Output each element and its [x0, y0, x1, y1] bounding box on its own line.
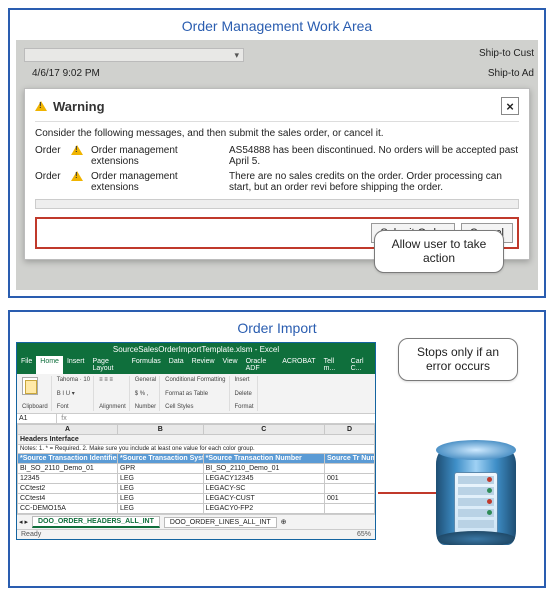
dialog-title: Warning: [53, 99, 105, 114]
order-date: 4/6/17 9:02 PM: [32, 68, 100, 79]
section-row: Headers Interface: [18, 435, 375, 445]
sheet-nav-icon[interactable]: ◂ ▸: [19, 518, 28, 526]
work-area-row2: 4/6/17 9:02 PM Ship-to Ad: [16, 68, 538, 84]
ship-to-cust-label: Ship-to Cust: [479, 48, 534, 59]
ribbon-tab[interactable]: Formulas: [128, 356, 165, 374]
status-ready: Ready: [21, 531, 41, 538]
font-size[interactable]: 10: [83, 377, 90, 383]
msg-col-source: Order management extensions: [91, 145, 223, 167]
panel-order-import: Order Import SourceSalesOrderImportTempl…: [8, 310, 546, 588]
note-row: Notes: 1. * = Required. 2. Make sure you…: [18, 445, 375, 454]
worksheet[interactable]: ABCD Headers Interface Notes: 1. * = Req…: [17, 424, 375, 514]
warning-icon: [71, 145, 85, 158]
ribbon-item[interactable]: Conditional Formatting: [165, 377, 225, 383]
close-button[interactable]: ×: [501, 97, 519, 115]
ribbon-tab[interactable]: View: [219, 356, 242, 374]
table-header-row: *Source Transaction Identifier *Source T…: [18, 454, 375, 464]
table-row: 12345LEGLEGACY12345001: [18, 474, 375, 484]
dialog-intro: Consider the following messages, and the…: [35, 128, 519, 139]
ribbon-item[interactable]: Cell Styles: [165, 404, 225, 410]
ribbon-group-label: Font: [57, 404, 90, 410]
msg-text: There are no sales credits on the order.…: [229, 171, 519, 193]
ribbon-group-label: Alignment: [99, 404, 126, 410]
horizontal-scrollbar[interactable]: [35, 199, 519, 209]
message-row: Order Order management extensions There …: [35, 171, 519, 193]
database-window-icon: [454, 472, 498, 534]
ribbon-group-number: General $ % , Number: [132, 376, 160, 411]
zoom-level[interactable]: 65%: [357, 531, 371, 538]
warning-icon: [35, 101, 47, 111]
ribbon-group-cells: Insert Delete Format: [232, 376, 258, 411]
ribbon-tab[interactable]: Home: [36, 356, 63, 374]
excel-titlebar: SourceSalesOrderImportTemplate.xlsm - Ex…: [17, 343, 375, 356]
ribbon-tab[interactable]: Page Layout: [88, 356, 127, 374]
ribbon-item[interactable]: Format as Table: [165, 391, 225, 397]
font-name[interactable]: Tahoma: [57, 377, 78, 383]
ribbon-tab[interactable]: Carl C...: [347, 356, 375, 374]
ribbon-tab[interactable]: Oracle ADF: [242, 356, 279, 374]
excel-ribbon: Clipboard Tahoma · 10 B I U ▾ Font ≡ ≡ ≡…: [17, 374, 375, 414]
sheet-tab-bar: ◂ ▸ DOO_ORDER_HEADERS_ALL_INT DOO_ORDER_…: [17, 514, 375, 529]
sheet-tab[interactable]: DOO_ORDER_LINES_ALL_INT: [164, 517, 277, 528]
ribbon-tab[interactable]: Review: [188, 356, 219, 374]
paste-icon[interactable]: [22, 377, 38, 395]
dropdown-stub[interactable]: ▾: [24, 48, 244, 62]
excel-window: SourceSalesOrderImportTemplate.xlsm - Ex…: [16, 342, 376, 540]
table-row: CC-DEMO15ALEGLEGACY0-FP2: [18, 504, 375, 514]
work-area-toolbar: ▾ Ship-to Cust: [16, 48, 538, 62]
number-format[interactable]: General: [135, 377, 156, 383]
chevron-down-icon: ▾: [234, 50, 239, 61]
table-row: BI_SO_2110_Demo_01GPRBI_SO_2110_Demo_01: [18, 464, 375, 474]
excel-window-title: SourceSalesOrderImportTemplate.xlsm - Ex…: [113, 345, 279, 354]
sheet-tab[interactable]: DOO_ORDER_HEADERS_ALL_INT: [32, 516, 160, 528]
callout-allow-user: Allow user to take action: [374, 230, 504, 273]
msg-text: AS54888 has been discontinued. No orders…: [229, 145, 519, 167]
ribbon-tab[interactable]: Insert: [63, 356, 89, 374]
close-icon: ×: [506, 99, 514, 114]
database-icon: [436, 440, 516, 545]
message-row: Order Order management extensions AS5488…: [35, 145, 519, 167]
table-row: CCtest4LEGLEGACY-CUST001: [18, 494, 375, 504]
table-row: CCtest2LEGLEGACY-SC: [18, 484, 375, 494]
panel-title: Order Management Work Area: [16, 16, 538, 40]
fx-icon[interactable]: fx: [57, 414, 71, 423]
status-bar: Ready 65%: [17, 529, 375, 539]
ribbon-item[interactable]: Insert: [235, 377, 254, 383]
name-box[interactable]: A1: [17, 414, 57, 423]
ribbon-tab[interactable]: File: [17, 356, 36, 374]
ribbon-group-font: Tahoma · 10 B I U ▾ Font: [54, 376, 94, 411]
warning-icon: [71, 171, 85, 184]
ribbon-group-styles: Conditional Formatting Format as Table C…: [162, 376, 229, 411]
formula-input[interactable]: [71, 414, 375, 423]
callout-stops-on-error: Stops only if an error occurs: [398, 338, 518, 381]
formula-bar: A1 fx: [17, 414, 375, 424]
dialog-titlebar: Warning ×: [35, 97, 519, 122]
ribbon-tab[interactable]: Data: [165, 356, 188, 374]
msg-col-order: Order: [35, 171, 65, 182]
excel-ribbon-tabs: File Home Insert Page Layout Formulas Da…: [17, 356, 375, 374]
ribbon-group-label: Number: [135, 404, 156, 410]
sheet-add-icon[interactable]: ⊕: [281, 518, 287, 526]
panel-work-area: Order Management Work Area ▾ Ship-to Cus…: [8, 8, 546, 298]
ribbon-group-alignment: ≡ ≡ ≡ Alignment: [96, 376, 130, 411]
ribbon-group-label: Clipboard: [22, 404, 48, 410]
msg-col-order: Order: [35, 145, 65, 156]
msg-col-source: Order management extensions: [91, 171, 223, 193]
ship-to-add-label: Ship-to Ad: [488, 68, 534, 79]
lower-layout: SourceSalesOrderImportTemplate.xlsm - Ex…: [16, 342, 538, 580]
ribbon-item[interactable]: Delete: [235, 391, 254, 397]
ribbon-item[interactable]: Format: [235, 404, 254, 410]
ribbon-tab[interactable]: ACROBAT: [278, 356, 319, 374]
ribbon-group-clipboard: Clipboard: [19, 376, 52, 411]
ribbon-tab[interactable]: Tell m...: [320, 356, 347, 374]
column-headers: ABCD: [18, 425, 375, 435]
